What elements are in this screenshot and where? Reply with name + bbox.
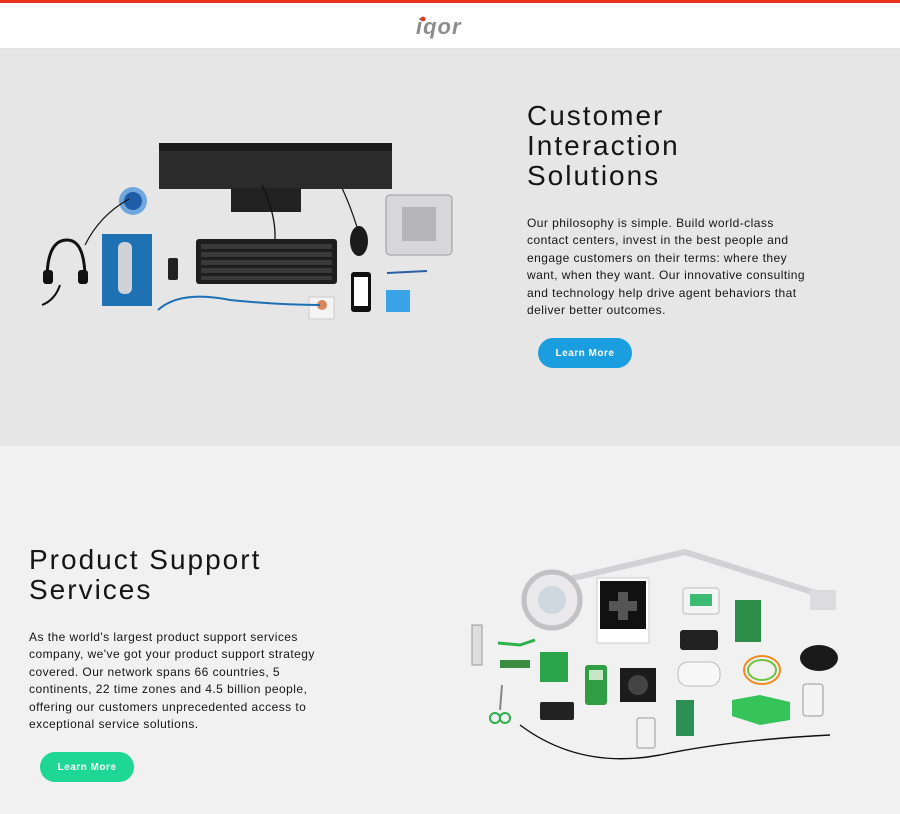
site-header: iqor	[0, 3, 900, 49]
body-line: deliver better outcomes.	[527, 303, 666, 318]
body-line: exceptional service solutions.	[29, 717, 199, 732]
title-line: Product Support	[29, 544, 262, 575]
title-line: Customer	[527, 100, 665, 131]
product-support-learn-more-button[interactable]: Learn More	[40, 752, 134, 782]
body-line: As the world's largest product support s…	[29, 630, 298, 644]
title-line: Solutions	[527, 160, 661, 191]
repair-tools-image	[471, 548, 838, 760]
body-line: Our philosophy is simple. Build world-cl…	[527, 216, 774, 230]
desk-setup-image	[41, 143, 453, 320]
title-line: Services	[29, 574, 153, 605]
body-line: covered. Our network spans 66 countries,…	[29, 664, 281, 679]
body-line: contact centers, invest in the best peop…	[527, 233, 789, 248]
product-support-title: Product Support Services	[29, 545, 359, 605]
body-line: want, when they want. Our innovative con…	[527, 268, 805, 283]
body-line: company, we've got your product support …	[29, 647, 315, 662]
customer-interaction-title: Customer Interaction Solutions	[527, 101, 827, 191]
customer-interaction-learn-more-button[interactable]: Learn More	[538, 338, 632, 368]
body-line: continents, 22 time zones and 4.5 billio…	[29, 682, 308, 697]
body-line: offering our customers unprecedented acc…	[29, 699, 307, 714]
body-line: engage customers on their terms: where t…	[527, 250, 788, 265]
customer-interaction-description: Our philosophy is simple. Build world-cl…	[527, 215, 827, 319]
iqor-logo[interactable]: iqor	[414, 14, 488, 40]
body-line: and technology help drive agent behavior…	[527, 285, 797, 300]
product-support-description: As the world's largest product support s…	[29, 629, 339, 733]
title-line: Interaction	[527, 130, 680, 161]
